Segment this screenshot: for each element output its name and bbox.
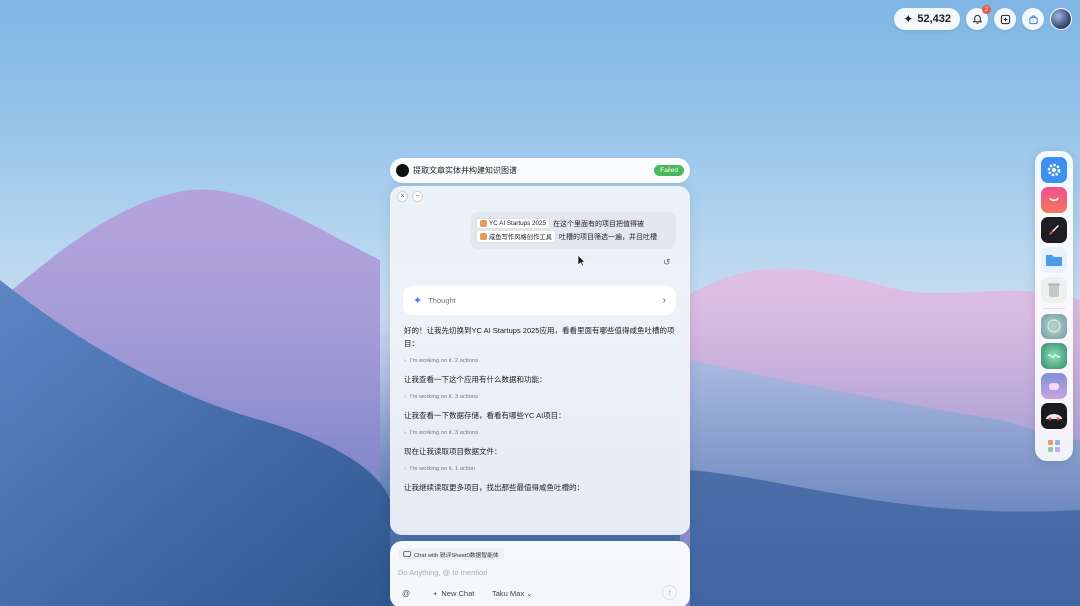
sparkle-icon: ✦: [413, 295, 423, 307]
dock-separator: [1043, 307, 1065, 309]
folder-icon: [1046, 254, 1062, 266]
plus-square-icon: [1000, 14, 1010, 24]
dock-app-smile[interactable]: [1041, 186, 1067, 213]
context-chip[interactable]: Chat with 锐评Sheet0数据智能体: [398, 548, 504, 560]
thought-label: Thought: [428, 296, 456, 305]
dock-app-files[interactable]: [1041, 246, 1067, 273]
assistant-message: 现在让我读取项目数据文件：: [404, 447, 502, 456]
chevron-right-icon: ›: [404, 394, 406, 400]
actions-toggle[interactable]: › I'm working on it. 2 actions: [404, 358, 676, 364]
globe-icon: [1047, 319, 1061, 333]
dock-app-trash[interactable]: [1041, 276, 1067, 303]
app-chip-icon: [480, 220, 487, 227]
trash-icon: [1048, 283, 1060, 297]
mouse-cursor-icon: [577, 254, 586, 267]
chevron-down-icon: ⌄: [526, 588, 533, 598]
rocket-icon: [1049, 224, 1059, 235]
model-selector[interactable]: Taku Max ⌄: [492, 589, 533, 598]
dock-app-game[interactable]: [1041, 373, 1067, 400]
assistant-messages: 好的！让我先切换到YC AI Startups 2025应用，看看里面有哪些值得…: [404, 324, 676, 494]
undo-icon[interactable]: ↺: [663, 257, 671, 268]
dock-app-settings[interactable]: [1041, 157, 1067, 183]
mention-chip[interactable]: YC AI Startups 2025: [476, 218, 551, 229]
dock-app-rocket[interactable]: [1041, 216, 1067, 243]
app-chip-icon: [480, 233, 487, 240]
actions-toggle[interactable]: › I'm working on it. 3 actions: [404, 394, 676, 400]
chevron-right-icon: ›: [662, 295, 666, 306]
store-button[interactable]: [1022, 8, 1044, 30]
user-avatar[interactable]: [1050, 8, 1072, 30]
app-dock: [1035, 151, 1073, 461]
message-input[interactable]: Do Anything, @ to mention: [398, 568, 487, 577]
chevron-right-icon: ›: [404, 466, 406, 472]
minimize-button[interactable]: −: [412, 191, 423, 202]
mention-button[interactable]: @: [402, 589, 410, 598]
bell-icon: [972, 14, 982, 24]
app-grid-icon: [1048, 440, 1060, 453]
smile-bag-icon: [1049, 197, 1059, 201]
actions-toggle[interactable]: › I'm working on it. 3 actions: [404, 430, 676, 436]
chevron-right-icon: ›: [404, 358, 406, 364]
actions-toggle[interactable]: › I'm working on it. 1 action: [404, 466, 676, 472]
credits-button[interactable]: ✦ 52,432: [894, 8, 960, 30]
user-message-text: 在这个里面有的项目把值得被: [553, 220, 645, 228]
app-logo-icon: [396, 164, 409, 177]
user-message-text: 吐槽的项目筛选一遍，并且吐槽: [558, 233, 657, 241]
gamepad-icon: [1049, 383, 1059, 391]
assistant-message: 让我继续读取更多项目，找出那些最值得咸鱼吐槽的：: [404, 483, 584, 492]
sparkle-icon: ✦: [903, 12, 914, 26]
shopping-bag-icon: [1028, 14, 1038, 24]
window-controls: × −: [397, 191, 423, 202]
new-chat-button[interactable]: + New Chat: [433, 589, 474, 598]
user-message-bubble: YC AI Startups 2025 在这个里面有的项目把值得被 咸鱼写作风格…: [470, 212, 676, 249]
dock-app-grid[interactable]: [1041, 433, 1067, 459]
send-button[interactable]: ↑: [662, 585, 677, 600]
chat-composer: Chat with 锐评Sheet0数据智能体 Do Anything, @ t…: [390, 541, 690, 606]
add-app-button[interactable]: [994, 8, 1016, 30]
status-badge: Failed: [654, 165, 684, 176]
notification-badge: 2: [982, 5, 991, 14]
gear-icon: [1047, 163, 1061, 177]
chat-panel: × − YC AI Startups 2025 在这个里面有的项目把值得被 咸鱼…: [390, 186, 690, 535]
assistant-message: 让我查看一下这个应用有什么数据和功能：: [404, 375, 547, 384]
assistant-message: 好的！让我先切换到YC AI Startups 2025应用，看看里面有哪些值得…: [404, 326, 675, 348]
task-header[interactable]: 提取文章实体并构建知识图谱 Failed: [390, 158, 690, 183]
chevron-right-icon: ›: [404, 430, 406, 436]
top-bar: ✦ 52,432 2: [894, 5, 1072, 30]
plus-icon: +: [433, 588, 438, 598]
notifications-button[interactable]: 2: [966, 5, 991, 30]
dock-app-wave[interactable]: [1041, 343, 1067, 370]
mention-chip[interactable]: 咸鱼写作风格创作工具: [476, 230, 556, 243]
credits-value: 52,432: [917, 13, 951, 25]
arrow-up-icon: ↑: [667, 588, 672, 597]
wave-icon: [1047, 354, 1061, 359]
chat-icon: [403, 550, 411, 557]
assistant-message: 让我查看一下数据存储，看看有哪些YC AI项目：: [404, 411, 566, 420]
task-title: 提取文章实体并构建知识图谱: [413, 166, 517, 175]
dock-app-car[interactable]: [1041, 403, 1067, 430]
car-icon: [1046, 414, 1062, 421]
dock-app-globe[interactable]: [1041, 313, 1067, 340]
thought-toggle[interactable]: ✦ Thought ›: [403, 286, 676, 315]
close-button[interactable]: ×: [397, 191, 408, 202]
